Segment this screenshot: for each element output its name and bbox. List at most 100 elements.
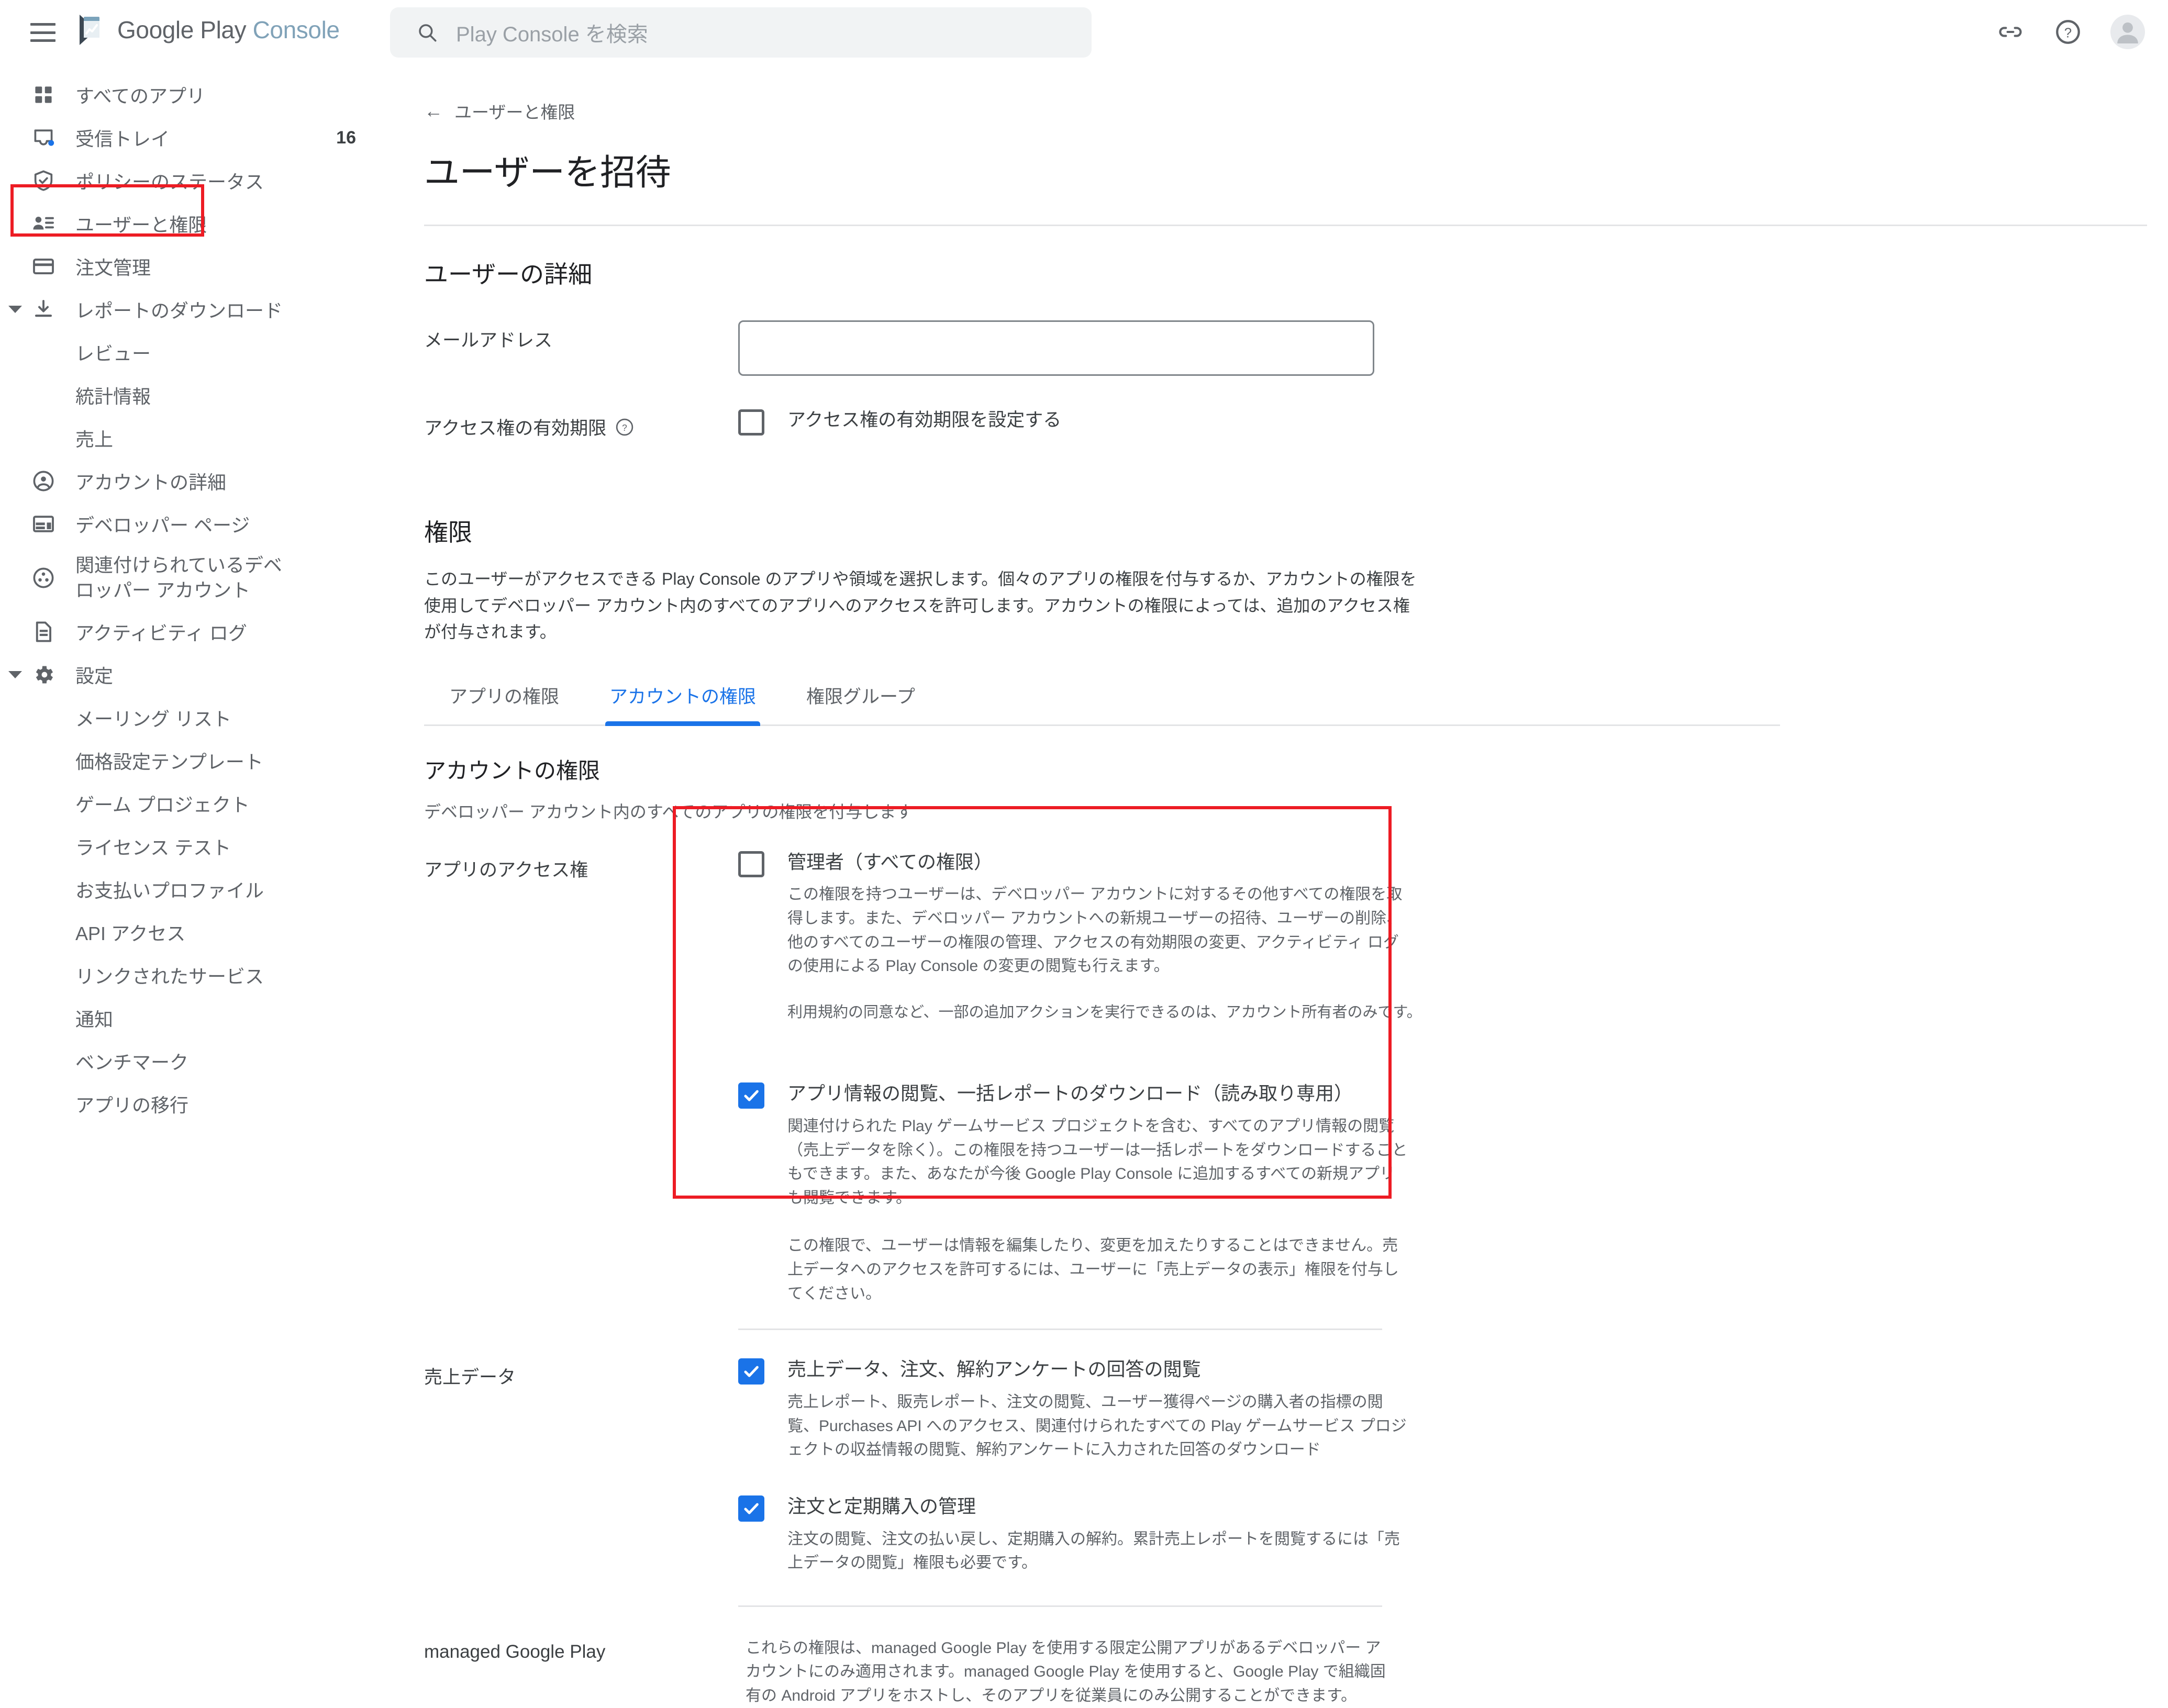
sidebar-item-inbox[interactable]: 受信トレイ 16: [0, 116, 387, 159]
activity-log-icon: [30, 619, 57, 645]
tab-permission-groups[interactable]: 権限グループ: [781, 682, 940, 724]
sidebar-item-activity-log[interactable]: アクティビティ ログ: [0, 610, 387, 653]
sidebar-subitem-label: メーリング リスト: [75, 708, 232, 730]
permission-option-text: 注文と定期購入の管理 注文の閲覧、注文の払い戻し、定期購入の解約。累計売上レポー…: [787, 1494, 1410, 1575]
sidebar-item-label: レポートのダウンロード: [75, 300, 283, 321]
breadcrumb[interactable]: ← ユーザーと権限: [424, 98, 575, 124]
sidebar-subitem-api-access[interactable]: API アクセス: [0, 911, 387, 954]
help-circle-icon[interactable]: ?: [2053, 17, 2083, 47]
permission-group-body: 管理者（すべての権限） この権限を持つユーザーは、デベロッパー アカウントに対す…: [738, 850, 2147, 1331]
sidebar-subitem-mailing-list[interactable]: メーリング リスト: [0, 696, 387, 739]
sidebar-subitem-payment-profile[interactable]: お支払いプロファイル: [0, 868, 387, 911]
hamburger-line: [30, 39, 55, 42]
users-permissions-icon: [30, 210, 57, 237]
sidebar-item-users-permissions[interactable]: ユーザーと権限: [0, 202, 387, 245]
permission-group-managed-google-play: managed Google Play これらの権限は、managed Goog…: [424, 1636, 2147, 1708]
permission-option-title: 売上データ、注文、解約アンケートの回答の閲覧: [787, 1358, 1201, 1380]
expiry-label: アクセス権の有効期限: [424, 418, 607, 439]
sidebar-item-label: すべてのアプリ: [75, 85, 206, 107]
svg-text:?: ?: [2064, 26, 2072, 40]
sidebar-item-order-management[interactable]: 注文管理: [0, 245, 387, 288]
sidebar-subitem-app-transfer[interactable]: アプリの移行: [0, 1082, 387, 1125]
sidebar-subitem-label: ライセンス テスト: [75, 837, 231, 858]
tab-label: 権限グループ: [806, 686, 915, 707]
permissions-heading: 権限: [424, 519, 472, 546]
sidebar-item-download-reports[interactable]: レポートのダウンロード: [0, 288, 387, 331]
page-title: ユーザーを招待: [424, 153, 671, 193]
permission-option-desc: この権限を持つユーザーは、デベロッパー アカウントに対するその他すべての権限を取…: [787, 886, 1403, 975]
sidebar-subitem-revenue[interactable]: 売上: [0, 417, 387, 460]
managed-google-play-desc: これらの権限は、managed Google Play を使用する限定公開アプリ…: [746, 1639, 1386, 1705]
developer-page-icon: [30, 511, 57, 537]
permissions-description: このユーザーがアクセスできる Play Console のアプリや領域を選択しま…: [424, 570, 1417, 642]
sidebar-subitem-linked-services[interactable]: リンクされたサービス: [0, 954, 387, 997]
top-app-bar: Google Play Console Play Console を検索 ?: [0, 0, 2168, 65]
permission-option-text: アプリ情報の閲覧、一括レポートのダウンロード（読み取り専用） 関連付けられた P…: [787, 1081, 1410, 1305]
sidebar-item-label: 関連付けられているデベロッパー アカウント: [75, 554, 282, 601]
sidebar-subitem-pricing-template[interactable]: 価格設定テンプレート: [0, 739, 387, 782]
sidebar-subitem-license-testing[interactable]: ライセンス テスト: [0, 825, 387, 868]
sidebar-item-account-details[interactable]: アカウントの詳細: [0, 460, 387, 503]
permission-option-view-revenue[interactable]: 売上データ、注文、解約アンケートの回答の閲覧 売上レポート、販売レポート、注文の…: [738, 1357, 2147, 1462]
sidebar-subitem-label: 価格設定テンプレート: [75, 751, 263, 773]
sidebar-item-label: 設定: [75, 665, 114, 687]
search-icon: [419, 24, 437, 42]
sidebar-item-all-apps[interactable]: すべてのアプリ: [0, 73, 387, 116]
account-permissions-heading: アカウントの権限: [424, 758, 601, 783]
permission-group-revenue-data: 売上データ 売上データ、注文、解約アンケートの回答の閲覧 売上レポート、販売レポ…: [424, 1357, 2147, 1607]
permission-group-label: 売上データ: [424, 1367, 516, 1388]
sidebar-subitem-reviews[interactable]: レビュー: [0, 331, 387, 374]
permission-option-view-app-info[interactable]: アプリ情報の閲覧、一括レポートのダウンロード（読み取り専用） 関連付けられた P…: [738, 1081, 2147, 1305]
sidebar-subitem-label: 統計情報: [75, 386, 151, 407]
sidebar-item-settings[interactable]: 設定: [0, 653, 387, 696]
brand-title-google: Google Play: [117, 16, 247, 43]
permission-option-admin[interactable]: 管理者（すべての権限） この権限を持つユーザーは、デベロッパー アカウントに対す…: [738, 850, 2147, 1024]
sidebar-subitem-notifications[interactable]: 通知: [0, 997, 387, 1040]
main-content: ← ユーザーと権限 ユーザーを招待 ユーザーの詳細 メールアドレス アクセス権の…: [387, 65, 2168, 1704]
admin-all-permissions-checkbox[interactable]: [738, 851, 764, 877]
permission-group-divider: [738, 1605, 1382, 1607]
back-arrow-icon: ←: [424, 100, 443, 121]
link-icon[interactable]: [1995, 17, 2026, 47]
tab-account-permissions[interactable]: アカウントの権限: [584, 682, 781, 726]
apps-grid-icon: [30, 82, 57, 108]
hamburger-menu-icon[interactable]: [30, 23, 55, 42]
hamburger-line: [30, 31, 55, 34]
tab-label: アプリの権限: [449, 686, 560, 707]
brand-logo-group[interactable]: Google Play Console: [77, 14, 340, 46]
sidebar-subitem-statistics[interactable]: 統計情報: [0, 374, 387, 417]
inbox-count-badge: 16: [336, 127, 356, 148]
tab-label: アカウントの権限: [609, 686, 757, 707]
sidebar-item-developer-page[interactable]: デベロッパー ページ: [0, 503, 387, 545]
expiry-checkbox-row[interactable]: アクセス権の有効期限を設定する: [738, 408, 2147, 436]
permission-option-desc-2: この権限で、ユーザーは情報を編集したり、変更を加えたりすることはできません。売上…: [787, 1237, 1399, 1302]
permission-option-manage-orders[interactable]: 注文と定期購入の管理 注文の閲覧、注文の払い戻し、定期購入の解約。累計売上レポー…: [738, 1494, 2147, 1575]
permission-option-desc: 売上レポート、販売レポート、注文の閲覧、ユーザー獲得ページの購入者の指標の閲覧、…: [787, 1393, 1407, 1459]
chevron-down-icon: [8, 671, 22, 678]
search-input[interactable]: Play Console を検索: [390, 7, 1092, 58]
sidebar-subitem-label: API アクセス: [75, 923, 186, 944]
view-revenue-checkbox[interactable]: [738, 1358, 764, 1385]
help-circle-icon[interactable]: ?: [615, 417, 635, 437]
sidebar-subitem-benchmark[interactable]: ベンチマーク: [0, 1040, 387, 1082]
inbox-icon: [30, 125, 57, 151]
permission-option-text: 売上データ、注文、解約アンケートの回答の閲覧 売上レポート、販売レポート、注文の…: [787, 1357, 1410, 1462]
permission-group-body: 売上データ、注文、解約アンケートの回答の閲覧 売上レポート、販売レポート、注文の…: [738, 1357, 2147, 1607]
email-field-label: メールアドレス: [424, 330, 553, 351]
email-field[interactable]: [738, 320, 1374, 376]
tab-app-permissions[interactable]: アプリの権限: [424, 682, 584, 724]
top-bar-actions: ?: [1995, 15, 2145, 49]
sidebar-item-label: ポリシーのステータス: [75, 171, 264, 193]
account-circle-icon: [30, 468, 57, 494]
account-avatar-icon[interactable]: [2110, 15, 2145, 49]
sidebar-item-linked-developer-accounts[interactable]: 関連付けられているデベロッパー アカウント: [0, 545, 387, 610]
sidebar-item-policy-status[interactable]: ポリシーのステータス: [0, 159, 387, 202]
permission-option-title: アプリ情報の閲覧、一括レポートのダウンロード（読み取り専用）: [787, 1082, 1353, 1104]
sidebar-subitem-game-projects[interactable]: ゲーム プロジェクト: [0, 782, 387, 825]
manage-orders-subscriptions-checkbox[interactable]: [738, 1495, 764, 1522]
view-app-info-checkbox[interactable]: [738, 1082, 764, 1109]
set-access-expiry-checkbox[interactable]: [738, 409, 764, 436]
sidebar-subitem-label: アプリの移行: [75, 1095, 189, 1116]
permission-option-desc: 関連付けられた Play ゲームサービス プロジェクトを含む、すべてのアプリ情報…: [787, 1118, 1408, 1207]
